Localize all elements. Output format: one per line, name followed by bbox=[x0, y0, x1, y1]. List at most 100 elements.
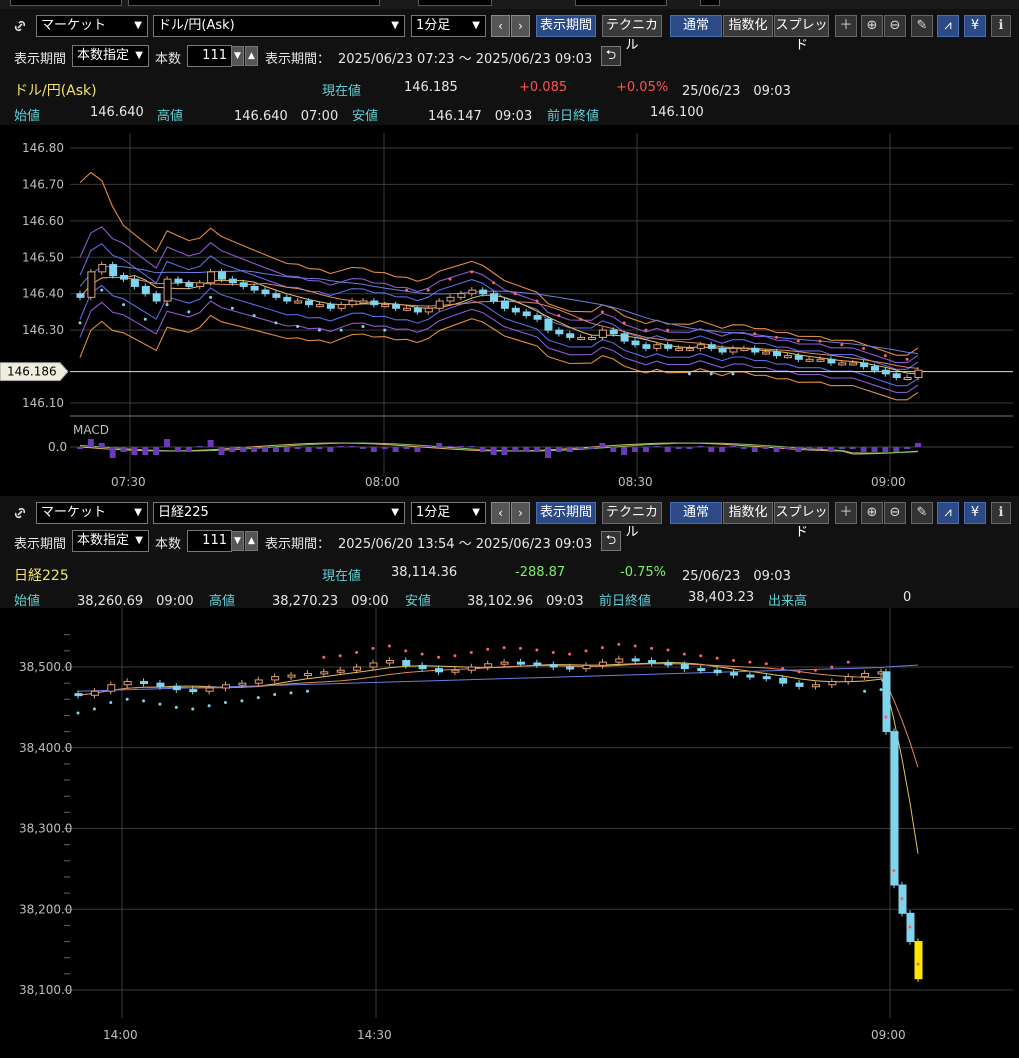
candle-body bbox=[588, 336, 597, 340]
candle-body bbox=[87, 271, 96, 298]
zoom-in-icon[interactable]: ⊕ bbox=[861, 502, 883, 524]
pencil-icon[interactable]: ✎ bbox=[911, 502, 933, 524]
count-input[interactable]: 111 bbox=[187, 530, 232, 552]
current-value: 146.185 bbox=[404, 80, 458, 95]
top-field-3[interactable] bbox=[418, 0, 492, 6]
candle-body bbox=[238, 682, 247, 686]
next-button[interactable]: › bbox=[511, 502, 530, 524]
normal-button[interactable]: 通常 bbox=[670, 15, 722, 37]
candle-body bbox=[109, 264, 118, 276]
timeframe-select[interactable]: 1分足 ▼ bbox=[411, 15, 486, 37]
candle-body bbox=[773, 351, 782, 357]
candle-body bbox=[653, 344, 662, 349]
period-mode-select[interactable]: 本数指定 ▼ bbox=[72, 45, 149, 67]
index-button[interactable]: 指数化 bbox=[723, 15, 773, 37]
zoom-in-icon[interactable]: ⊕ bbox=[861, 15, 883, 37]
yen-icon[interactable]: ¥ bbox=[964, 15, 986, 37]
yen-icon[interactable]: ¥ bbox=[964, 502, 986, 524]
high-value: 146.640 07:00 bbox=[234, 109, 339, 124]
sar-dot bbox=[305, 689, 309, 693]
candle-body bbox=[620, 333, 629, 342]
symbol-select[interactable]: 日経225 ▼ bbox=[153, 502, 405, 524]
link-icon[interactable] bbox=[12, 18, 28, 34]
candle-body bbox=[196, 282, 205, 287]
candle-body bbox=[435, 300, 444, 309]
prev-close-label: 前日終値 bbox=[547, 109, 600, 124]
price-tag-label: 146.186 bbox=[7, 365, 57, 379]
chart-select-icon[interactable]: ⩘ bbox=[937, 502, 959, 524]
zoom-out-icon[interactable]: ⊖ bbox=[884, 502, 906, 524]
reset-icon[interactable]: ⮌ bbox=[601, 46, 621, 66]
symbol-select[interactable]: ドル/円(Ask) ▼ bbox=[153, 15, 405, 37]
candle-body bbox=[598, 661, 607, 666]
plus-icon[interactable]: ＋ bbox=[835, 15, 857, 37]
y-tick-label: 146.80 bbox=[22, 141, 64, 155]
prev-button[interactable]: ‹ bbox=[491, 15, 510, 37]
candle-body bbox=[844, 676, 853, 683]
candle-body bbox=[457, 293, 466, 298]
top-field-4[interactable] bbox=[575, 0, 667, 6]
technical-button[interactable]: テクニカル bbox=[602, 15, 662, 53]
high-value: 38,270.23 09:00 bbox=[272, 594, 389, 609]
timeframe-select[interactable]: 1分足 ▼ bbox=[411, 502, 486, 524]
period-label: 表示期間 bbox=[14, 52, 67, 67]
nikkei-chart[interactable]: 38,500.0 38,400.0 38,300.0 38,200.0 38,100.0… bbox=[0, 608, 1019, 1054]
technical-button[interactable]: テクニカル bbox=[602, 502, 662, 540]
period-button[interactable]: 表示期間 bbox=[536, 15, 596, 37]
y-tick-label: 38,100.0 bbox=[19, 983, 72, 997]
count-up-button[interactable]: ▲ bbox=[245, 46, 258, 66]
candle-body bbox=[762, 676, 771, 680]
market-select[interactable]: マーケット ▼ bbox=[36, 502, 148, 524]
spread-button[interactable]: スプレッド bbox=[774, 15, 829, 53]
pencil-icon[interactable]: ✎ bbox=[911, 15, 933, 37]
next-button[interactable]: › bbox=[511, 15, 530, 37]
candle-body bbox=[217, 271, 226, 280]
count-down-button[interactable]: ▼ bbox=[231, 46, 244, 66]
count-input[interactable]: 111 bbox=[187, 45, 232, 67]
info-icon[interactable]: ℹ bbox=[991, 502, 1011, 524]
candle-body bbox=[261, 289, 270, 295]
prev-button[interactable]: ‹ bbox=[491, 502, 510, 524]
sar-dot bbox=[78, 321, 82, 325]
count-down-button[interactable]: ▼ bbox=[231, 531, 244, 551]
link-icon[interactable] bbox=[12, 505, 28, 521]
macd-bar bbox=[185, 447, 192, 452]
top-field-2[interactable] bbox=[128, 0, 380, 6]
count-up-button[interactable]: ▲ bbox=[245, 531, 258, 551]
sar-dot bbox=[256, 696, 260, 700]
zoom-out-icon[interactable]: ⊖ bbox=[884, 15, 906, 37]
macd-bar bbox=[120, 447, 127, 452]
period-mode-select[interactable]: 本数指定 ▼ bbox=[72, 530, 149, 552]
y-tick-label: 38,500.0 bbox=[19, 660, 72, 674]
chevron-down-icon: ▼ bbox=[391, 507, 399, 518]
spread-button[interactable]: スプレッド bbox=[774, 502, 829, 540]
macd-bar bbox=[806, 447, 813, 449]
info-icon[interactable]: ℹ bbox=[991, 15, 1011, 37]
candle-body bbox=[762, 351, 771, 355]
sar-dot bbox=[513, 292, 517, 296]
candle-body bbox=[631, 658, 640, 662]
sar-dot bbox=[274, 321, 278, 325]
sar-dot bbox=[551, 650, 555, 654]
top-field-5[interactable] bbox=[700, 0, 720, 6]
plus-icon[interactable]: ＋ bbox=[835, 502, 857, 524]
reset-icon[interactable]: ⮌ bbox=[601, 531, 621, 551]
market-select[interactable]: マーケット ▼ bbox=[36, 15, 148, 37]
macd-bar bbox=[403, 447, 410, 449]
band-lower-1 bbox=[79, 284, 919, 387]
sar-dot bbox=[76, 711, 80, 715]
macd-bar bbox=[849, 447, 856, 449]
chart-select-icon[interactable]: ⩘ bbox=[937, 15, 959, 37]
period-button[interactable]: 表示期間 bbox=[536, 502, 596, 524]
macd-bar bbox=[697, 446, 704, 447]
usdjpy-chart[interactable]: 146.80 146.70 146.60 146.50 146.40 146.30 146.… bbox=[0, 125, 1019, 493]
sar-dot bbox=[387, 644, 391, 648]
normal-button[interactable]: 通常 bbox=[670, 502, 722, 524]
y-tick-label: 146.60 bbox=[22, 214, 64, 228]
top-field-1[interactable] bbox=[10, 0, 122, 6]
index-button[interactable]: 指数化 bbox=[723, 502, 773, 524]
x-tick-label: 08:30 bbox=[618, 475, 653, 489]
candle-body bbox=[250, 285, 259, 291]
macd-bar bbox=[436, 443, 443, 447]
candle-body bbox=[156, 682, 165, 687]
